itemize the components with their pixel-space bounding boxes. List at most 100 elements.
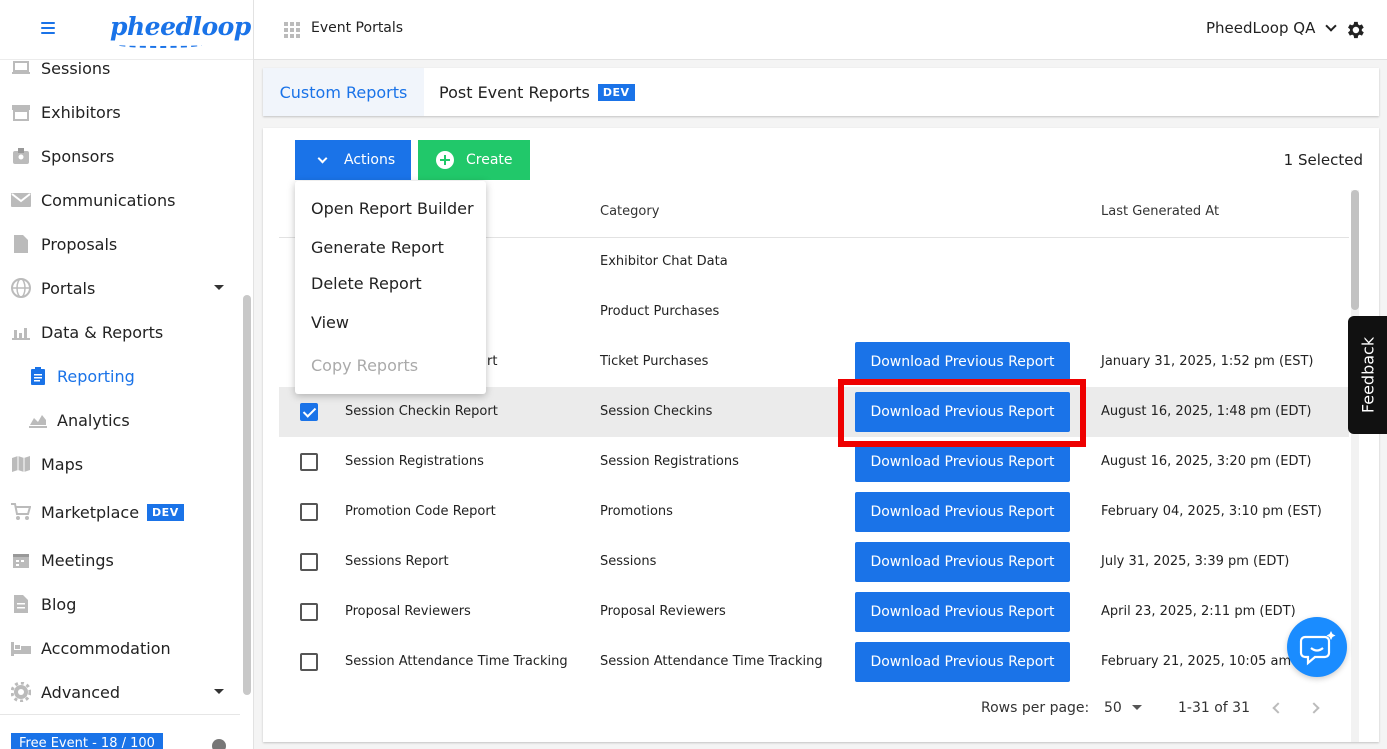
sidebar-scrollbar[interactable] [243,295,251,695]
sidebar-item-portals[interactable]: Portals [0,268,240,308]
cog-icon [11,682,31,702]
last-generated-date: April 23, 2025, 2:11 pm (EDT) [1101,604,1296,619]
settings-gear-icon[interactable] [1344,19,1366,41]
table-row[interactable]: Session Checkin Report Session Checkins Do… [279,387,1349,437]
sidebar-item-exhibitors[interactable]: Exhibitors [0,92,240,132]
sidebar-item-meetings[interactable]: Meetings [0,540,240,580]
last-generated-date: February 04, 2025, 3:10 pm (EST) [1101,504,1322,519]
report-category: Session Registrations [600,454,739,469]
row-checkbox[interactable] [300,653,318,671]
report-category: Product Purchases [600,304,720,319]
sidebar-item-advanced[interactable]: Advanced [0,672,240,712]
sidebar-item-sponsors[interactable]: Sponsors [0,136,240,176]
sidebar-item-blog[interactable]: Blog [0,584,240,624]
plan-badge[interactable]: Free Event - 18 / 100 [11,733,163,749]
page-range: 1-31 of 31 [1178,700,1250,716]
menu-item-copy-reports: Copy Reports [311,356,419,375]
hamburger-menu-icon[interactable] [41,22,55,34]
create-button[interactable]: Create [418,140,530,180]
tab-custom-reports[interactable]: Custom Reports [263,68,424,116]
feedback-tab[interactable]: Feedback [1348,316,1387,434]
selected-count: 1 Selected [1283,151,1363,169]
sidebar-footer: Free Event - 18 / 100 [0,714,240,749]
download-previous-report-button[interactable]: Download Previous Report [855,492,1070,532]
globe-icon [11,278,31,298]
page-title: Event Portals [311,20,404,36]
row-checkbox[interactable] [300,553,318,571]
last-generated-date: January 31, 2025, 1:52 pm (EST) [1101,354,1314,369]
actions-button[interactable]: Actions [295,140,411,180]
dev-badge: DEV [597,83,635,101]
chevron-down-icon [1325,20,1338,32]
report-category: Promotions [600,504,673,519]
last-generated-date: February 21, 2025, 10:05 am (E [1101,654,1309,669]
actions-menu: Open Report Builder Generate Report Dele… [295,181,486,394]
blog-icon [11,595,31,613]
chat-bubble-icon [1299,631,1336,666]
organization-name: PheedLoop QA [1206,19,1316,37]
report-name: Session Registrations [345,454,484,469]
sidebar-item-label: Marketplace [41,502,140,522]
sidebar-item-maps[interactable]: Maps [0,444,240,484]
last-generated-date: August 16, 2025, 1:48 pm (EDT) [1101,404,1312,419]
row-checkbox[interactable] [300,503,318,521]
download-previous-report-button[interactable]: Download Previous Report [855,442,1070,482]
download-previous-report-button[interactable]: Download Previous Report [855,642,1070,682]
download-previous-report-button[interactable]: Download Previous Report [855,542,1070,582]
sidebar-item-proposals[interactable]: Proposals [0,224,240,264]
rows-per-page-label: Rows per page: [981,700,1090,716]
download-previous-report-button[interactable]: Download Previous Report [855,592,1070,632]
clipboard-icon [28,367,48,385]
document-icon [11,235,31,253]
column-header-category[interactable]: Category [600,204,659,219]
report-name: Session Attendance Time Tracking [345,654,568,669]
sidebar-item-communications[interactable]: Communications [0,180,240,220]
table-row[interactable]: Proposal Reviewers Proposal Reviewers Down… [279,587,1349,637]
report-name: Session Checkin Report [345,404,498,419]
table-row[interactable]: Session Attendance Time Tracking Session … [279,637,1349,687]
map-icon [11,455,31,473]
menu-item-generate-report[interactable]: Generate Report [311,238,444,257]
chat-support-icon[interactable] [1287,617,1347,677]
row-checkbox[interactable] [300,603,318,621]
sidebar-item-reporting[interactable]: Reporting [0,356,240,396]
report-category: Ticket Purchases [600,354,709,369]
pheedloop-logo[interactable]: pheedloop [110,12,251,41]
table-scrollbar[interactable] [1351,190,1359,742]
organization-selector[interactable]: PheedLoop QA [1206,19,1338,37]
report-name: Proposal Reviewers [345,604,471,619]
sidebar-item-data-reports[interactable]: Data & Reports [0,312,240,352]
row-checkbox[interactable] [300,453,318,471]
chevron-down-icon [317,153,328,163]
scrollbar-thumb[interactable] [1351,190,1359,310]
sidebar-item-accommodation[interactable]: Accommodation [0,628,240,668]
row-checkbox[interactable] [300,403,318,421]
tab-post-event-reports[interactable]: Post Event Reports DEV [439,68,635,116]
sidebar-item-marketplace[interactable]: Marketplace DEV [0,492,240,532]
table-row[interactable]: Promotion Code Report Promotions Download … [279,487,1349,537]
rows-per-page-select[interactable]: 50 [1104,700,1143,716]
menu-item-view[interactable]: View [311,313,349,332]
menu-item-open-report-builder[interactable]: Open Report Builder [311,199,474,218]
sidebar-item-sessions[interactable]: Sessions [0,60,240,88]
download-previous-report-button[interactable]: Download Previous Report [855,392,1070,432]
menu-item-delete-report[interactable]: Delete Report [311,274,422,293]
table-row[interactable]: Sessions Report Sessions Download Previous… [279,537,1349,587]
last-generated-date: July 31, 2025, 3:39 pm (EDT) [1101,554,1290,569]
logo-swoosh [118,42,202,48]
download-previous-report-button[interactable]: Download Previous Report [855,342,1070,382]
column-header-last-generated[interactable]: Last Generated At [1101,204,1219,219]
plus-circle-icon [436,151,454,169]
help-icon[interactable] [212,739,226,749]
apps-grid-icon[interactable] [284,22,300,38]
caret-down-icon [214,689,224,694]
sidebar-item-analytics[interactable]: Analytics [0,400,240,440]
report-name: Promotion Code Report [345,504,496,519]
bed-icon [11,639,31,657]
report-category: Exhibitor Chat Data [600,254,728,269]
report-name: rt [487,354,498,369]
analytics-icon [28,411,48,429]
report-category: Session Checkins [600,404,713,419]
table-row[interactable]: Session Registrations Session Registratio… [279,437,1349,487]
sidebar: pheedloop Sessions Exhibitors Sponsors C… [0,0,254,749]
